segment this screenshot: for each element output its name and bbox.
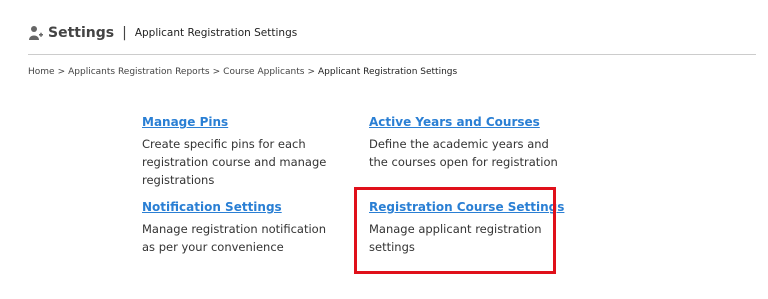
- page-header: Settings | Applicant Registration Settin…: [28, 22, 297, 44]
- notification-settings-link[interactable]: Notification Settings: [142, 200, 342, 214]
- notification-settings-description: Manage registration notification as per …: [142, 222, 327, 254]
- page-subtitle: Applicant Registration Settings: [134, 27, 298, 39]
- header-divider: [28, 54, 756, 55]
- manage-pins-link[interactable]: Manage Pins: [142, 115, 342, 129]
- title-separator: |: [122, 25, 127, 41]
- breadcrumb-course-applicants[interactable]: Course Applicants: [223, 67, 304, 77]
- breadcrumb-separator: >: [307, 67, 315, 77]
- page-title: Settings: [48, 25, 115, 41]
- breadcrumb-registration-reports[interactable]: Applicants Registration Reports: [68, 67, 210, 77]
- breadcrumb: Home > Applicants Registration Reports > Cou…: [28, 67, 457, 77]
- active-years-card: Active Years and Courses Define the acad…: [369, 115, 569, 171]
- manage-pins-description: Create specific pins for each registrati…: [142, 137, 327, 187]
- active-years-courses-link[interactable]: Active Years and Courses: [369, 115, 569, 129]
- breadcrumb-separator: >: [212, 67, 221, 77]
- breadcrumb-separator: >: [57, 67, 66, 77]
- user-add-icon: [29, 26, 43, 40]
- notification-settings-card: Notification Settings Manage registratio…: [142, 200, 342, 256]
- active-years-description: Define the academic years and the course…: [369, 137, 558, 169]
- breadcrumb-current: Applicant Registration Settings: [317, 67, 458, 77]
- manage-pins-card: Manage Pins Create specific pins for eac…: [142, 115, 342, 189]
- breadcrumb-home[interactable]: Home: [28, 67, 55, 77]
- highlight-box: [354, 187, 556, 274]
